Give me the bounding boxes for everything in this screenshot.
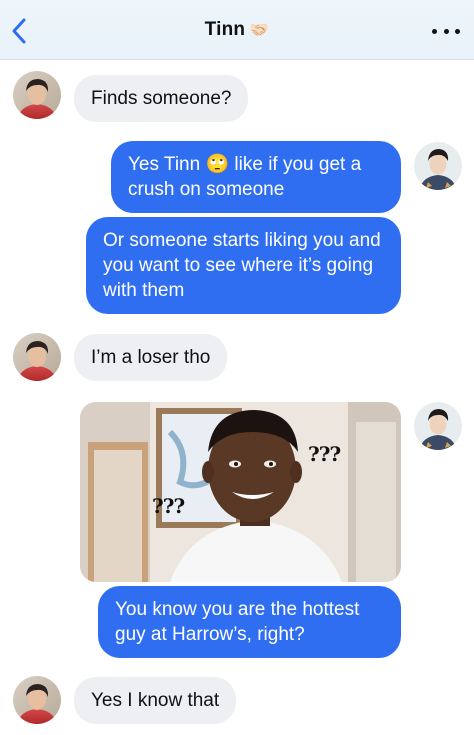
eye-roll-emoji: 🙄 — [205, 154, 230, 175]
user-avatar[interactable] — [414, 142, 462, 190]
handshake-emoji: 🤝🏻 — [249, 22, 270, 39]
message-bubble-outgoing[interactable]: Or someone starts liking you and you wan… — [86, 217, 401, 314]
chat-title[interactable]: Tinn 🤝🏻 — [0, 19, 474, 41]
message-bubble-incoming[interactable]: Yes I know that — [74, 677, 237, 724]
contact-photo — [13, 71, 61, 119]
contact-avatar[interactable] — [13, 333, 61, 381]
meme-question-marks: ??? — [308, 442, 341, 466]
meme-illustration — [80, 402, 401, 582]
meme-image[interactable]: ??? ??? — [80, 402, 401, 582]
more-dot — [455, 28, 460, 34]
meme-question-marks: ??? — [152, 494, 185, 518]
contact-photo — [13, 676, 61, 724]
chat-header: Tinn 🤝🏻 — [0, 0, 474, 60]
message-bubble-outgoing[interactable]: You know you are the hottest guy at Harr… — [98, 586, 401, 658]
contact-avatar[interactable] — [13, 71, 61, 119]
user-photo — [414, 402, 462, 450]
contact-name: Tinn — [204, 19, 246, 40]
more-dot — [443, 28, 449, 34]
contact-avatar[interactable] — [13, 676, 61, 724]
user-photo — [414, 142, 462, 190]
message-text: Yes Tinn — [128, 154, 206, 175]
more-options-button[interactable] — [432, 24, 460, 38]
contact-photo — [13, 333, 61, 381]
message-bubble-incoming[interactable]: Finds someone? — [74, 75, 249, 122]
message-bubble-incoming[interactable]: I’m a loser tho — [74, 334, 228, 381]
more-dots-icon — [432, 28, 437, 34]
message-bubble-outgoing[interactable]: Yes Tinn 🙄 like if you get a crush on so… — [111, 141, 401, 213]
user-avatar[interactable] — [414, 402, 462, 450]
